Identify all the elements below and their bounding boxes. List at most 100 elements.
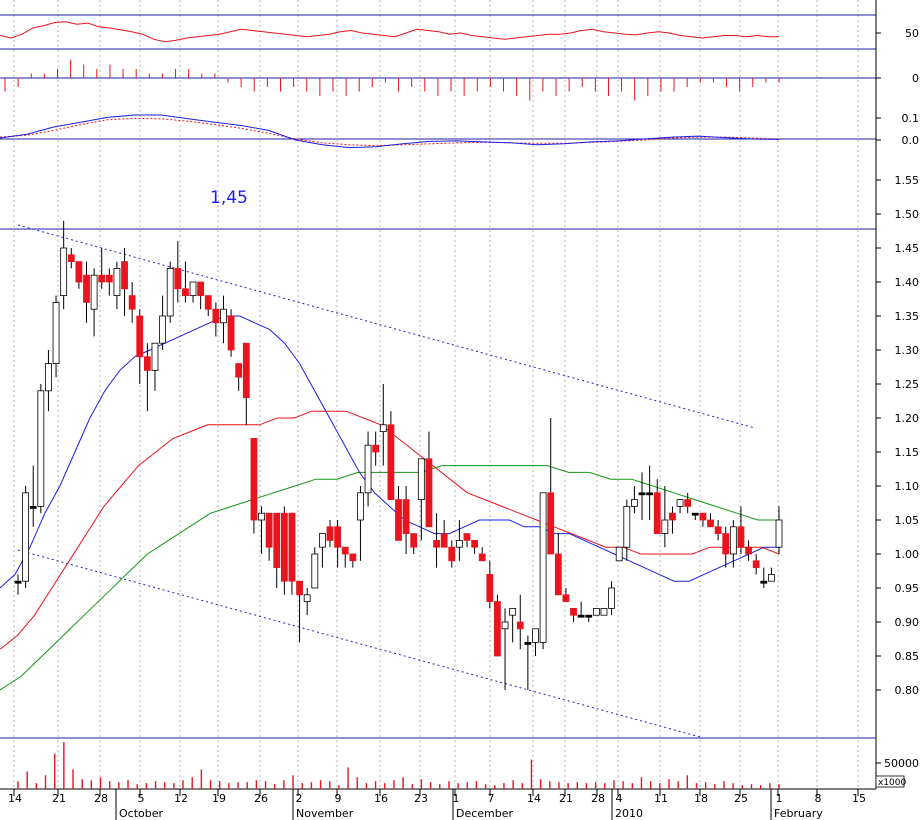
candle-body — [729, 526, 737, 555]
candle-body — [760, 580, 768, 584]
date-tick-label: 7 — [488, 792, 495, 805]
volume-unit-label: x1000 — [878, 778, 907, 788]
candle-body — [714, 526, 722, 534]
candle-body — [478, 553, 486, 562]
candle-body — [387, 424, 395, 500]
month-label: February — [774, 807, 823, 820]
candle-body — [775, 519, 783, 548]
candle-body — [554, 553, 562, 596]
price-axis-label: 1.50 — [895, 208, 920, 221]
candle-body — [52, 301, 60, 364]
candle-body — [699, 512, 707, 521]
candle-body — [288, 512, 296, 582]
price-axis-label: 1.05 — [895, 514, 920, 527]
price-axis-label: 1.55 — [895, 174, 920, 187]
candle-body — [204, 295, 212, 310]
candle-body — [379, 424, 387, 432]
date-tick-label: 1 — [453, 792, 460, 805]
right-axis: 50 0 0.1 0.0 1.55 1.50 1.45 1.40 1.35 1.30 1.25 1.2… — [876, 27, 919, 770]
candle-body — [22, 492, 30, 582]
candle-body — [151, 342, 159, 371]
candle-body — [296, 580, 303, 596]
candle-body — [159, 315, 166, 344]
price-axis-label: 1.45 — [895, 242, 920, 255]
candle-body — [425, 458, 433, 528]
stock-chart: 1,45 50 0 0.1 0.0 1.55 1.50 1.45 1.40 1.35 1.30 1.… — [0, 0, 919, 820]
candle-body — [494, 601, 501, 657]
candle-body — [318, 533, 326, 548]
candle-body — [326, 526, 334, 541]
candle-body — [227, 315, 235, 351]
candle-body — [638, 492, 646, 496]
candle-body — [197, 281, 205, 296]
momentum-histogram — [4, 60, 780, 101]
candle-body — [767, 574, 775, 582]
date-tick-label: 15 — [852, 792, 866, 805]
price-axis-label: 1.20 — [895, 412, 920, 425]
candle-body — [661, 519, 669, 535]
candle-body — [364, 444, 372, 494]
candle-body — [524, 642, 532, 645]
candle-body — [440, 533, 448, 548]
macd-axis-label: 0.1 — [902, 112, 920, 125]
date-tick-label: 12 — [174, 792, 188, 805]
macd-axis-label: 0.0 — [902, 134, 920, 147]
candle-body — [516, 621, 524, 630]
candle-body — [600, 608, 608, 616]
candle-body — [67, 254, 75, 263]
candle-body — [357, 492, 364, 521]
price-axis-label: 0.90 — [895, 616, 920, 629]
trend-line-upper — [17, 224, 756, 429]
candle-body — [631, 499, 638, 507]
candle-body — [417, 458, 425, 500]
date-tick-label: 21 — [559, 792, 573, 805]
price-axis-label: 1.15 — [895, 446, 920, 459]
candle-body — [265, 512, 273, 548]
month-label: December — [456, 807, 514, 820]
candle-body — [653, 492, 661, 534]
price-axis-label: 1.30 — [895, 344, 920, 357]
volume-bars — [17, 741, 780, 789]
month-label: November — [296, 807, 354, 820]
price-axis-label: 1.10 — [895, 480, 920, 493]
date-tick-label: 4 — [616, 792, 623, 805]
candle-body — [182, 288, 189, 296]
candle-body — [752, 560, 760, 568]
candle-body — [90, 274, 98, 310]
date-tick-label: 11 — [654, 792, 668, 805]
price-axis-label: 0.80 — [895, 684, 920, 697]
candle-body — [592, 608, 600, 616]
candle-body — [372, 444, 380, 453]
volume-axis-label: 50000 — [884, 757, 919, 770]
candle-body — [402, 499, 410, 535]
candle-body — [83, 274, 90, 303]
candle-body — [737, 526, 745, 548]
price-axis-label: 1.40 — [895, 276, 920, 289]
candle-body — [258, 512, 265, 521]
rsi-line — [0, 21, 779, 43]
candle-body — [341, 546, 349, 555]
date-tick-label: 8 — [815, 792, 822, 805]
candle-body — [273, 512, 281, 569]
date-tick-label: 19 — [212, 792, 226, 805]
candle-body — [646, 492, 654, 496]
date-tick-label: 26 — [254, 792, 268, 805]
candle-body — [463, 533, 471, 541]
candle-body — [212, 308, 220, 324]
date-tick-label: 14 — [527, 792, 541, 805]
date-tick-label: 25 — [734, 792, 748, 805]
candle-body — [509, 608, 517, 616]
candle-body — [486, 574, 494, 603]
date-tick-label: 9 — [335, 792, 342, 805]
candle-body — [669, 512, 676, 521]
candle-body — [303, 594, 311, 602]
month-label: October — [119, 807, 163, 820]
resistance-annotation: 1,45 — [210, 188, 248, 208]
date-tick-label: 14 — [8, 792, 22, 805]
candle-body — [608, 587, 615, 609]
date-tick-label: 21 — [52, 792, 66, 805]
candle-body — [37, 390, 45, 507]
moving-averages — [0, 315, 780, 691]
candle-body — [136, 315, 144, 358]
candle-body — [410, 533, 418, 548]
